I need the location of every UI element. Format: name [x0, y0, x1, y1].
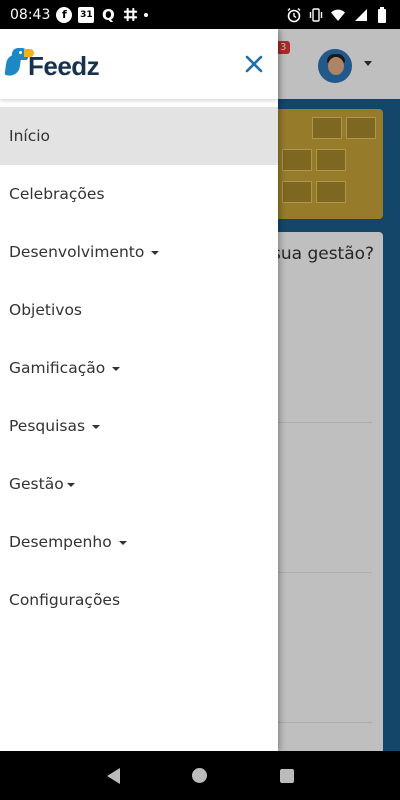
- more-dot-icon: [144, 12, 149, 17]
- caret-down-icon: [92, 425, 101, 429]
- recents-icon: [279, 768, 294, 783]
- drawer-menu: Início Celebrações Desenvolvimento Objet…: [0, 99, 278, 629]
- menu-item-configuracoes[interactable]: Configurações: [0, 571, 278, 629]
- battery-icon: [374, 6, 390, 23]
- logo-text: Feedz: [28, 51, 100, 81]
- menu-item-desenvolvimento[interactable]: Desenvolvimento: [0, 223, 278, 281]
- close-icon: [245, 55, 263, 73]
- feedz-logo: Feedz: [4, 44, 100, 84]
- vibrate-icon: [308, 7, 324, 23]
- menu-item-label: Celebrações: [9, 185, 105, 203]
- menu-item-celebracoes[interactable]: Celebrações: [0, 165, 278, 223]
- back-button[interactable]: [98, 761, 128, 791]
- menu-item-label: Gamificação: [9, 359, 106, 377]
- menu-item-label: Início: [9, 127, 51, 145]
- status-bar: 08:43 f 31 Q: [0, 0, 400, 29]
- menu-item-objetivos[interactable]: Objetivos: [0, 281, 278, 339]
- navigation-drawer: Feedz Início Celebrações Desenvolvimento…: [0, 29, 278, 751]
- menu-item-label: Pesquisas: [9, 417, 86, 435]
- drawer-header: Feedz: [0, 29, 278, 99]
- wifi-icon: [330, 7, 346, 23]
- caret-down-icon: [112, 367, 121, 371]
- menu-item-label: Desenvolvimento: [9, 243, 145, 261]
- system-nav-bar: [0, 751, 400, 800]
- menu-item-pesquisas[interactable]: Pesquisas: [0, 397, 278, 455]
- menu-item-inicio[interactable]: Início: [0, 107, 278, 165]
- recents-button[interactable]: [272, 761, 302, 791]
- quora-icon: Q: [101, 5, 115, 24]
- caret-down-icon: [118, 541, 127, 545]
- menu-item-desempenho[interactable]: Desempenho: [0, 513, 278, 571]
- bird-logo-icon: [4, 44, 34, 84]
- menu-item-gamificacao[interactable]: Gamificação: [0, 339, 278, 397]
- menu-item-label: Configurações: [9, 591, 121, 609]
- menu-item-label: Gestão: [9, 475, 64, 493]
- home-icon: [192, 768, 208, 783]
- signal-icon: [352, 7, 368, 23]
- status-left: 08:43 f 31 Q: [10, 5, 286, 24]
- clock: 08:43: [10, 6, 51, 23]
- status-right: [286, 6, 390, 23]
- slack-icon: [122, 7, 138, 23]
- menu-item-label: Objetivos: [9, 301, 82, 319]
- facebook-icon: f: [56, 6, 73, 23]
- home-button[interactable]: [185, 761, 215, 791]
- menu-item-gestao[interactable]: Gestão: [0, 455, 278, 513]
- alarm-icon: [286, 7, 302, 23]
- caret-down-icon: [151, 251, 160, 255]
- calendar-icon: 31: [78, 6, 95, 23]
- menu-item-label: Desempenho: [9, 533, 112, 551]
- close-drawer-button[interactable]: [240, 50, 268, 78]
- caret-down-icon: [66, 483, 75, 487]
- back-icon: [106, 767, 120, 784]
